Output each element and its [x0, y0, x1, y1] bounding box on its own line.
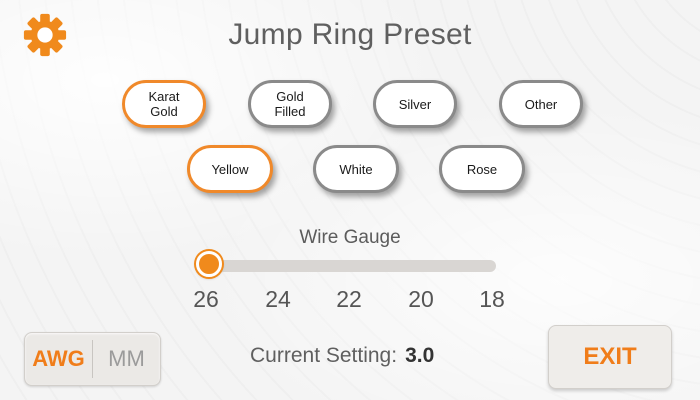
color-white-button[interactable]: White	[313, 145, 399, 193]
current-setting: Current Setting: 3.0	[250, 344, 434, 368]
gauge-tick-label: 24	[265, 286, 291, 312]
metal-other-button[interactable]: Other	[499, 80, 583, 128]
color-yellow-button[interactable]: Yellow	[187, 145, 273, 193]
color-rose-button[interactable]: Rose	[439, 145, 525, 193]
unit-toggle: AWG MM	[24, 332, 161, 386]
metal-karat-gold-button[interactable]: Karat Gold	[122, 80, 206, 128]
gauge-tick-label: 18	[479, 286, 505, 312]
unit-awg-button[interactable]: AWG	[25, 333, 92, 385]
current-setting-label: Current Setting:	[250, 344, 398, 367]
current-setting-value: 3.0	[405, 344, 435, 367]
unit-mm-button[interactable]: MM	[93, 333, 160, 385]
wire-gauge-slider-thumb[interactable]	[196, 251, 222, 277]
gauge-tick-label: 20	[408, 286, 434, 312]
jump-ring-preset-screen: Jump Ring Preset Karat Gold Gold Filled …	[0, 0, 700, 400]
wire-gauge-label: Wire Gauge	[299, 227, 401, 248]
metal-silver-button[interactable]: Silver	[373, 80, 457, 128]
metal-gold-filled-button[interactable]: Gold Filled	[248, 80, 332, 128]
wire-gauge-slider-track[interactable]	[201, 260, 496, 272]
gauge-tick-label: 26	[193, 286, 219, 312]
gauge-tick-label: 22	[336, 286, 362, 312]
exit-button[interactable]: EXIT	[548, 325, 672, 389]
page-title: Jump Ring Preset	[228, 18, 472, 51]
